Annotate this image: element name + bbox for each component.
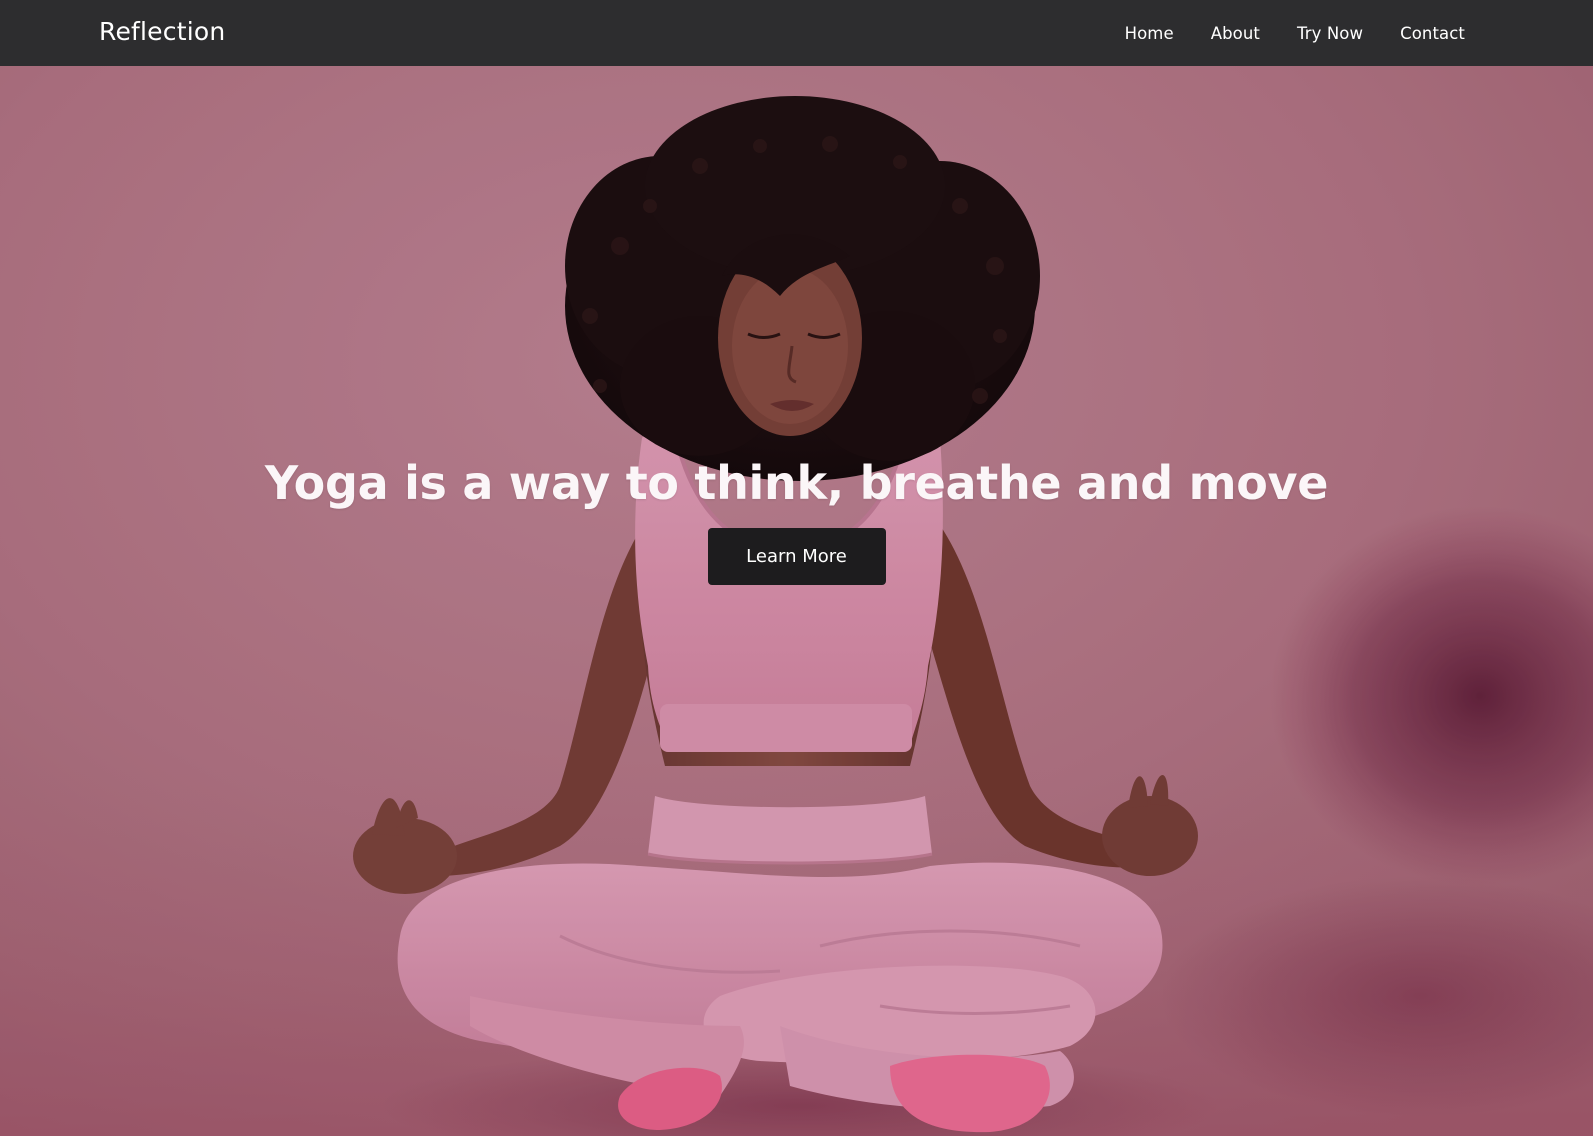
nav-links: Home About Try Now Contact [1125,0,1465,66]
nav-link-home[interactable]: Home [1125,24,1174,43]
nav-item-contact: Contact [1400,24,1465,43]
nav-link-contact[interactable]: Contact [1400,24,1465,43]
learn-more-button[interactable]: Learn More [707,528,886,585]
hero-section: Yoga is a way to think, breathe and move… [0,66,1593,1136]
hero-content: Yoga is a way to think, breathe and move… [0,451,1593,585]
nav-link-try-now[interactable]: Try Now [1297,24,1363,43]
nav-item-try-now: Try Now [1297,24,1363,43]
nav-link-about[interactable]: About [1211,24,1260,43]
nav-item-home: Home [1125,24,1174,43]
hero-headline: Yoga is a way to think, breathe and move [264,456,1329,510]
hero-dim-overlay [0,66,1593,1136]
nav-item-about: About [1211,24,1260,43]
brand-logo-link[interactable]: Reflection [99,17,225,46]
navbar: Reflection Home About Try Now Contact [0,0,1593,66]
